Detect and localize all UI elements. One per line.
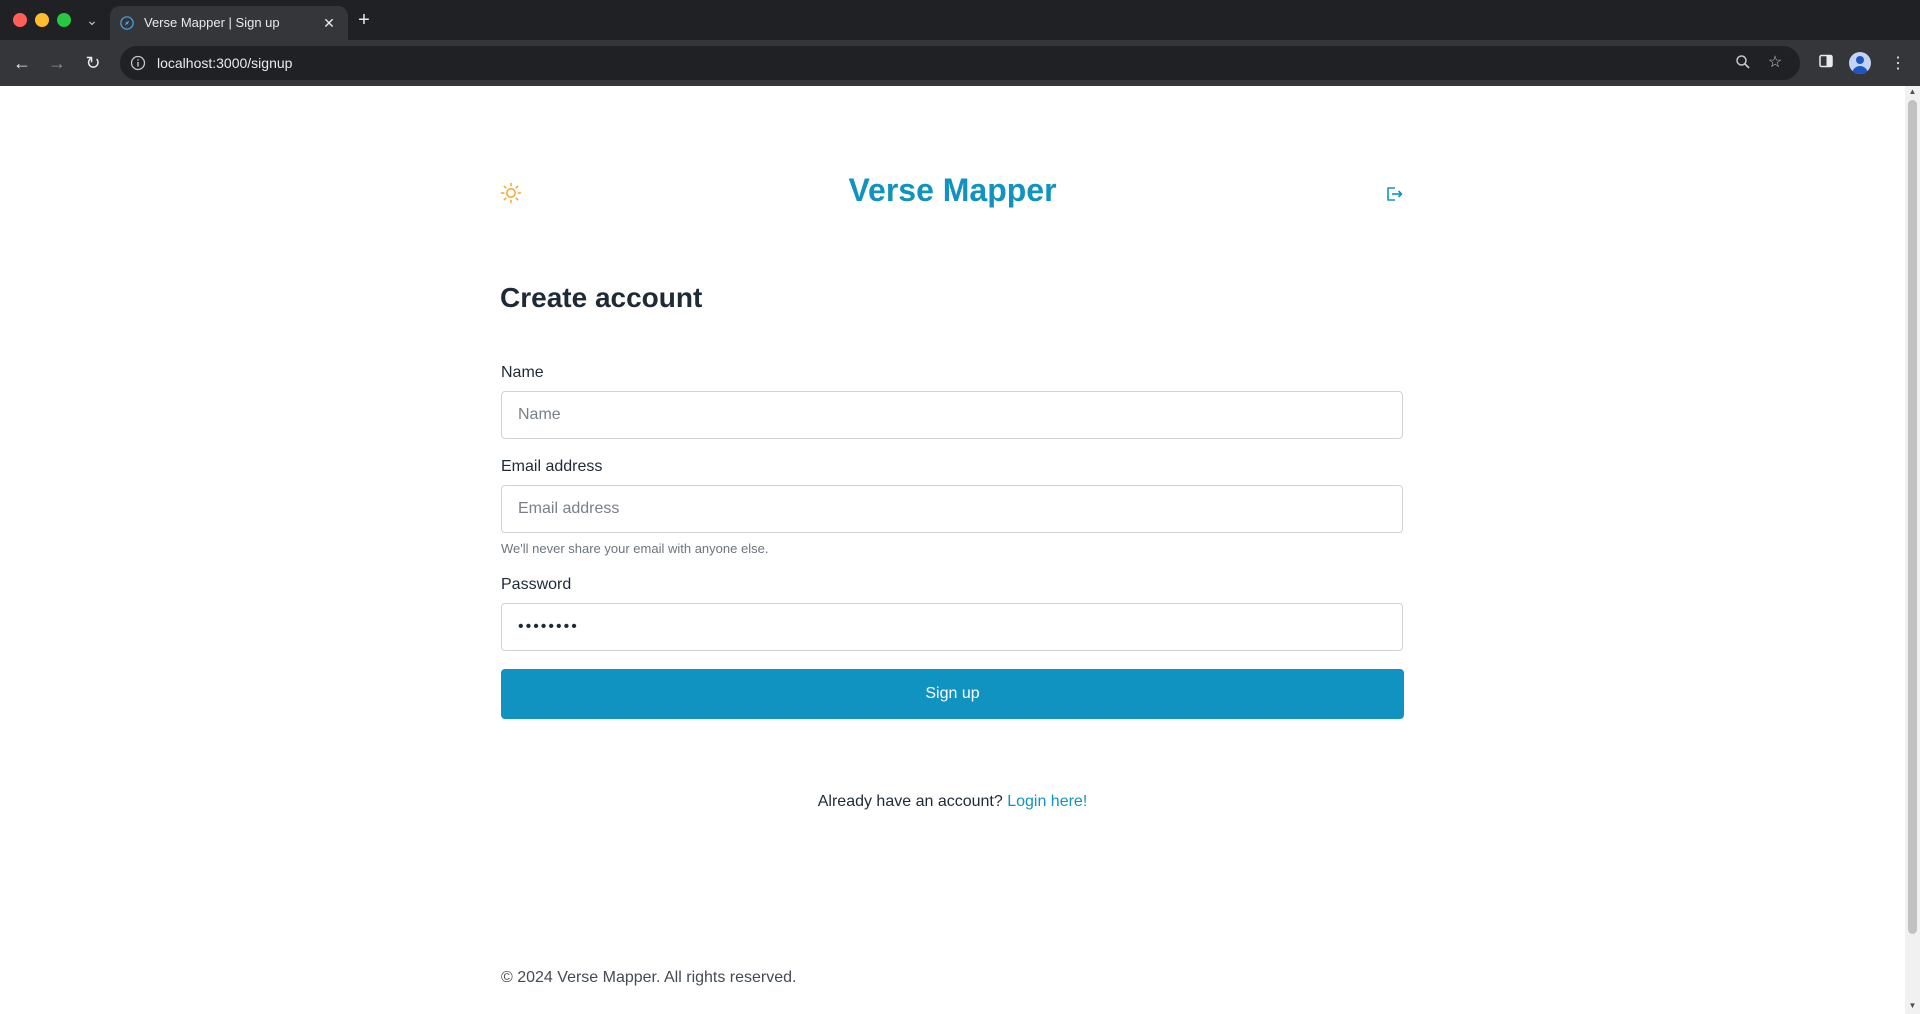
email-field[interactable] [501,485,1403,533]
plus-icon[interactable]: + [354,10,374,30]
browser-toolbar: ← → ↻ localhost:3000/signup ☆ ⋮ [0,40,1920,86]
forward-arrow-icon[interactable]: → [44,50,70,76]
login-link[interactable]: Login here! [1007,793,1087,810]
email-help-text: We'll never share your email with anyone… [501,541,769,556]
logout-icon[interactable] [1384,184,1404,204]
close-icon[interactable]: ✕ [320,14,338,32]
zoom-icon[interactable] [1734,54,1752,72]
close-window-button[interactable] [13,13,27,27]
sun-icon[interactable] [500,182,522,204]
chevron-down-icon[interactable]: ⌄ [82,10,102,30]
password-field[interactable] [501,603,1403,651]
maximize-window-button[interactable] [57,13,71,27]
page-scrollbar[interactable]: ▲ ▼ [1905,86,1920,1014]
password-label: Password [501,576,572,593]
email-label: Email address [501,458,603,475]
brand-title[interactable]: Verse Mapper [800,172,1105,209]
url-text[interactable]: localhost:3000/signup [157,55,292,71]
compass-icon [120,16,134,30]
reload-icon[interactable]: ↻ [80,50,106,76]
login-prompt: Already have an account? Login here! [0,793,1905,811]
browser-tab-bar: ⌄ Verse Mapper | Sign up ✕ + [0,0,1920,40]
profile-icon[interactable] [1849,52,1871,74]
page-content [0,86,1905,1014]
side-panel-icon[interactable] [1815,53,1837,75]
back-arrow-icon[interactable]: ← [9,50,35,76]
name-label: Name [501,364,544,381]
info-icon[interactable] [130,55,146,71]
kebab-menu-icon[interactable]: ⋮ [1887,53,1909,75]
star-icon[interactable]: ☆ [1766,54,1784,72]
sign-up-button[interactable]: Sign up [501,669,1404,719]
login-prompt-text: Already have an account? [817,793,1003,810]
address-bar[interactable]: localhost:3000/signup ☆ [120,46,1800,80]
name-field[interactable] [501,391,1403,439]
scroll-thumb[interactable] [1908,100,1917,934]
browser-tab[interactable]: Verse Mapper | Sign up ✕ [110,6,348,40]
tab-title: Verse Mapper | Sign up [144,15,280,30]
minimize-window-button[interactable] [35,13,49,27]
footer-copyright: © 2024 Verse Mapper. All rights reserved… [501,969,797,986]
scroll-up-icon[interactable]: ▲ [1908,88,1917,96]
scroll-down-icon[interactable]: ▼ [1908,1002,1917,1010]
page-title: Create account [500,282,703,313]
